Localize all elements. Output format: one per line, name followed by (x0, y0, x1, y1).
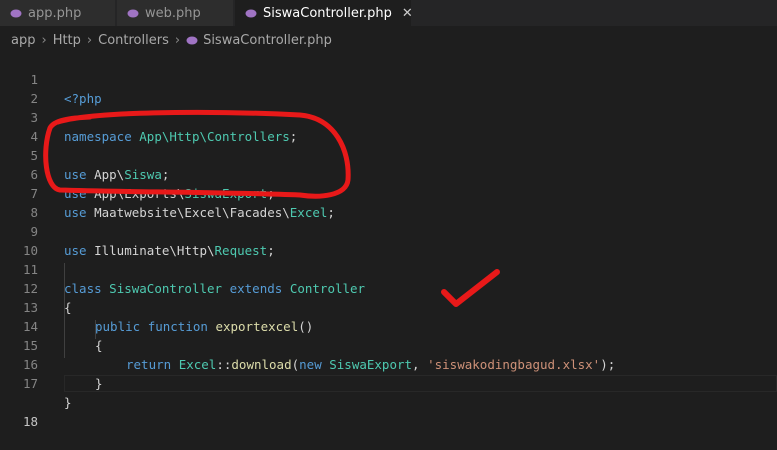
code-line-18[interactable]: 18 (0, 374, 777, 429)
tab-app-php[interactable]: app.php (0, 0, 116, 26)
code-line-12[interactable]: 12 { (0, 260, 777, 315)
chevron-right-icon: › (174, 32, 181, 48)
code-line-14[interactable]: 14 { (0, 298, 777, 353)
tab-web-php[interactable]: web.php (117, 0, 234, 26)
code-line-7[interactable]: 7 use Maatwebsite\Excel\Facades\Excel; (0, 165, 777, 220)
breadcrumb-item-controllers[interactable]: Controllers (98, 33, 169, 48)
tab-label: SiswaController.php (263, 5, 392, 21)
code-line-9[interactable]: 9 use Illuminate\Http\Request; (0, 203, 777, 258)
code-line-5[interactable]: 5 use App\Siswa; (0, 127, 777, 182)
code-line-17[interactable]: 17 } (0, 355, 777, 410)
code-line-11[interactable]: 11 class SiswaController extends Control… (0, 241, 777, 296)
code-line-3[interactable]: 3 namespace App\Http\Controllers; (0, 89, 777, 144)
chevron-right-icon: › (86, 32, 93, 48)
code-line-2[interactable]: 2 (0, 70, 777, 106)
current-line-highlight (64, 375, 777, 392)
code-line-6[interactable]: 6 use App\Exports\SiswaExport; (0, 146, 777, 201)
php-elephant-icon (245, 9, 257, 17)
code-editor[interactable]: 1 <?php 2 3 namespace App\Http\Controlle… (0, 54, 777, 430)
php-elephant-icon (10, 9, 22, 17)
code-line-1[interactable]: 1 <?php (0, 51, 777, 106)
code-line-4[interactable]: 4 (0, 108, 777, 144)
breadcrumb-item-app[interactable]: app (11, 33, 35, 48)
code-line-16[interactable]: 16 } (0, 336, 777, 391)
tab-bar: app.php web.php SiswaController.php ✕ (0, 0, 777, 26)
close-icon[interactable]: ✕ (402, 6, 413, 21)
tab-label: app.php (28, 5, 82, 21)
php-elephant-icon (127, 9, 139, 17)
breadcrumb: app › Http › Controllers › SiswaControll… (0, 26, 777, 54)
code-line-13[interactable]: 13 public function exportexcel() (0, 279, 777, 334)
breadcrumb-item-file[interactable]: SiswaController.php (203, 33, 332, 48)
code-line-15[interactable]: 15 return Excel::download(new SiswaExpor… (0, 317, 777, 372)
code-line-8[interactable]: 8 (0, 184, 777, 220)
breadcrumb-item-http[interactable]: Http (53, 33, 81, 48)
brace: } (64, 395, 72, 410)
tab-label: web.php (145, 5, 201, 21)
line-number: 18 (22, 414, 38, 429)
chevron-right-icon: › (41, 32, 47, 48)
php-elephant-icon (186, 36, 198, 44)
code-line-10[interactable]: 10 (0, 222, 777, 258)
tab-siswacontroller-php[interactable]: SiswaController.php ✕ (235, 0, 413, 26)
